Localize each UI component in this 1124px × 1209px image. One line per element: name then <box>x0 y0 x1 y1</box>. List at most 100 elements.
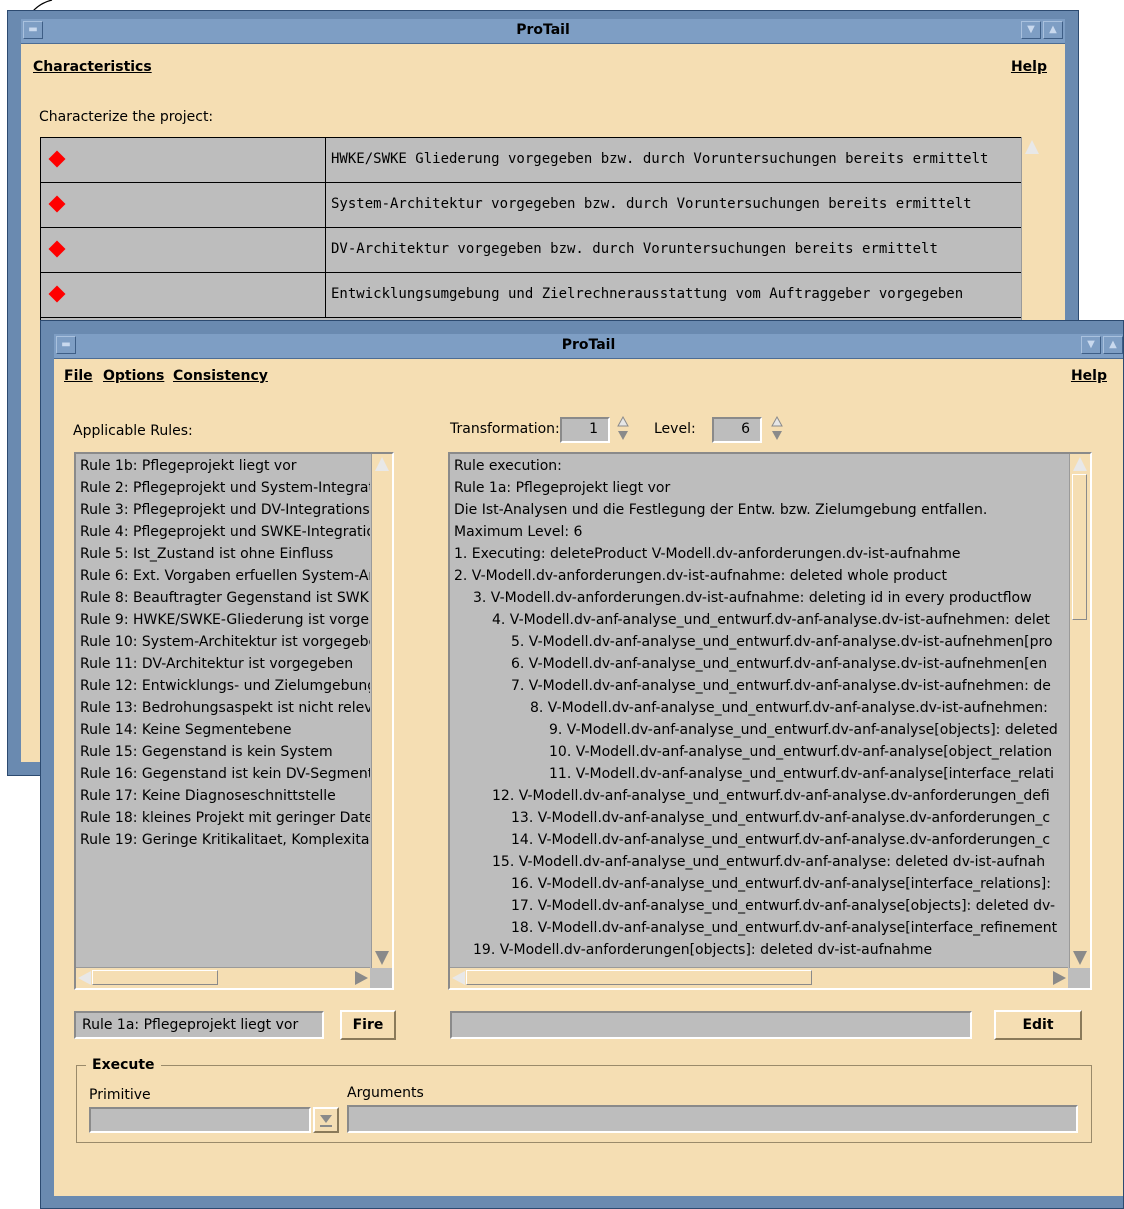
level-stepper-icon[interactable] <box>771 416 783 442</box>
scroll-left-arrow-icon[interactable] <box>452 971 465 985</box>
menu-help[interactable]: Help <box>1071 368 1107 384</box>
rule-list-item[interactable]: Rule 1b: Pflegeprojekt liegt vor <box>80 458 297 474</box>
selected-rule-field[interactable]: Rule 1a: Pflegeprojekt liegt vor <box>74 1011 324 1039</box>
execution-log-line: 15. V-Modell.dv-anf-analyse_und_entwurf.… <box>492 854 1046 870</box>
execution-log-line: Rule execution: <box>454 458 562 474</box>
scroll-right-arrow-icon[interactable] <box>355 971 368 985</box>
level-spinner-field[interactable]: 6 <box>712 417 762 443</box>
menu-characteristics[interactable]: Characteristics <box>33 59 152 75</box>
rule-list-item[interactable]: Rule 18: kleines Projekt mit geringer Da… <box>80 810 370 826</box>
scroll-right-arrow-icon[interactable] <box>1053 971 1066 985</box>
execution-log-line: 11. V-Modell.dv-anf-analyse_und_entwurf.… <box>549 766 1055 782</box>
grid-row[interactable]: Entwicklungsumgebung und Zielrechnerauss… <box>41 273 1021 318</box>
rules-hscroll-thumb[interactable] <box>92 970 218 985</box>
rule-list-item[interactable]: Rule 11: DV-Architektur ist vorgegeben <box>80 656 353 672</box>
primitive-combobox[interactable] <box>89 1107 311 1133</box>
grid-row[interactable]: HWKE/SWKE Gliederung vorgegeben bzw. dur… <box>41 138 1021 183</box>
scroll-up-arrow-icon[interactable] <box>1025 140 1039 154</box>
window-title: ProTail <box>516 22 570 38</box>
chevron-down-icon <box>320 1115 332 1127</box>
rule-list-item[interactable]: Rule 2: Pflegeprojekt und System-Integra… <box>80 480 370 496</box>
scroll-down-arrow-icon[interactable] <box>375 951 389 965</box>
transformation-label: Transformation: <box>450 421 560 437</box>
grid-cell-selector[interactable] <box>41 273 326 317</box>
execution-log-line: 17. V-Modell.dv-anf-analyse_und_entwurf.… <box>511 898 1056 914</box>
execution-log-line: 16. V-Modell.dv-anf-analyse_und_entwurf.… <box>511 876 1051 892</box>
edit-button[interactable]: Edit <box>994 1010 1082 1040</box>
execution-log-line: 9. V-Modell.dv-anf-analyse_und_entwurf.d… <box>549 722 1058 738</box>
log-horizontal-scrollbar[interactable] <box>450 967 1068 988</box>
level-label: Level: <box>654 421 696 437</box>
log-vertical-scrollbar[interactable] <box>1069 454 1090 968</box>
fire-button[interactable]: Fire <box>340 1010 396 1040</box>
grid-row[interactable]: System-Architektur vorgegeben bzw. durch… <box>41 183 1021 228</box>
maximize-button[interactable]: ▲ <box>1043 21 1063 39</box>
rule-list-item[interactable]: Rule 19: Geringe Kritikalitaet, Komplexi… <box>80 832 370 848</box>
rule-list-item[interactable]: Rule 14: Keine Segmentebene <box>80 722 291 738</box>
scroll-up-arrow-icon[interactable] <box>1073 457 1087 471</box>
execution-log[interactable]: Rule execution: Rule 1a: Pflegeprojekt li… <box>448 452 1092 990</box>
minimize-button[interactable]: ▼ <box>1081 336 1101 354</box>
primitive-dropdown-button[interactable] <box>313 1107 339 1133</box>
applicable-rules-label: Applicable Rules: <box>73 423 193 439</box>
grid-vertical-scrollbar[interactable] <box>1021 137 1042 337</box>
back-window-titlebar[interactable]: ▬ ProTail ▼ ▲ <box>21 19 1065 44</box>
front-window-client: File Options Consistency Help Applicable… <box>54 359 1123 1196</box>
execution-log-line: 10. V-Modell.dv-anf-analyse_und_entwurf.… <box>549 744 1053 760</box>
execution-log-line: 5. V-Modell.dv-anf-analyse_und_entwurf.d… <box>511 634 1053 650</box>
execution-log-line: 19. V-Modell.dv-anforderungen[objects]: … <box>473 942 933 958</box>
front-window: ▬ ProTail ▼ ▲ File Options Consistency H… <box>40 320 1124 1209</box>
transformation-spinner-field[interactable]: 1 <box>560 417 610 443</box>
grid-cell-selector[interactable] <box>41 228 326 272</box>
execution-log-line: 6. V-Modell.dv-anf-analyse_und_entwurf.d… <box>511 656 1048 672</box>
maximize-button[interactable]: ▲ <box>1103 336 1123 354</box>
grid-cell-selector[interactable] <box>41 138 326 182</box>
window-title: ProTail <box>561 337 616 353</box>
rule-list-item[interactable]: Rule 8: Beauftragter Gegenstand ist SWKE <box>80 590 370 606</box>
edit-field[interactable] <box>450 1011 972 1039</box>
rule-list-item[interactable]: Rule 5: Ist_Zustand ist ohne Einfluss <box>80 546 333 562</box>
rule-list-item[interactable]: Rule 6: Ext. Vorgaben erfuellen System-A… <box>80 568 370 584</box>
rules-horizontal-scrollbar[interactable] <box>76 967 370 988</box>
arguments-field[interactable] <box>347 1105 1078 1133</box>
scroll-down-arrow-icon[interactable] <box>1073 951 1087 965</box>
rule-list-item[interactable]: Rule 16: Gegenstand ist kein DV-Segment <box>80 766 370 782</box>
log-vscroll-thumb[interactable] <box>1072 474 1087 620</box>
log-hscroll-thumb[interactable] <box>466 970 812 985</box>
grid-cell-selector[interactable] <box>41 183 326 227</box>
execution-log-lines: Rule execution: Rule 1a: Pflegeprojekt li… <box>450 458 1068 968</box>
red-diamond-icon <box>48 285 66 303</box>
execute-group-label: Execute <box>86 1057 161 1073</box>
rule-list-item[interactable]: Rule 4: Pflegeprojekt und SWKE-Integrati… <box>80 524 370 540</box>
rule-list-item[interactable]: Rule 12: Entwicklungs- und Zielumgebung <box>80 678 370 694</box>
rule-list-item[interactable]: Rule 17: Keine Diagnoseschnittstelle <box>80 788 336 804</box>
rule-list-item[interactable]: Rule 15: Gegenstand is kein System <box>80 744 333 760</box>
grid-row[interactable]: DV-Architektur vorgegeben bzw. durch Vor… <box>41 228 1021 273</box>
menu-file[interactable]: File <box>64 368 93 384</box>
transformation-stepper-icon[interactable] <box>617 416 629 442</box>
red-diamond-icon <box>48 150 66 168</box>
menu-consistency[interactable]: Consistency <box>173 368 268 384</box>
scroll-left-arrow-icon[interactable] <box>78 971 91 985</box>
execution-log-line: 4. V-Modell.dv-anf-analyse_und_entwurf.d… <box>492 612 1050 628</box>
back-menubar: Characteristics Help <box>21 52 1065 82</box>
execution-log-line: 14. V-Modell.dv-anf-analyse_und_entwurf.… <box>511 832 1051 848</box>
rules-items: Rule 1b: Pflegeprojekt liegt vor Rule 2: … <box>76 458 370 968</box>
menu-help[interactable]: Help <box>1011 59 1047 75</box>
grid-cell-text: HWKE/SWKE Gliederung vorgegeben bzw. dur… <box>331 151 989 167</box>
rule-list-item[interactable]: Rule 9: HWKE/SWKE-Gliederung ist vorge <box>80 612 369 628</box>
execution-log-line: 12. V-Modell.dv-anf-analyse_und_entwurf.… <box>492 788 1050 804</box>
rule-list-item[interactable]: Rule 10: System-Architektur ist vorgegeb… <box>80 634 370 650</box>
front-window-titlebar[interactable]: ▬ ProTail ▼ ▲ <box>54 334 1123 359</box>
execution-log-line: 7. V-Modell.dv-anf-analyse_und_entwurf.d… <box>511 678 1051 694</box>
execution-log-line: Die Ist-Analysen und die Festlegung der … <box>454 502 988 518</box>
grid-cell-text: System-Architektur vorgegeben bzw. durch… <box>331 196 972 212</box>
minimize-button[interactable]: ▼ <box>1021 21 1041 39</box>
scroll-up-arrow-icon[interactable] <box>375 457 389 471</box>
menu-options[interactable]: Options <box>103 368 164 384</box>
grid-cell-text: DV-Architektur vorgegeben bzw. durch Vor… <box>331 241 938 257</box>
rule-list-item[interactable]: Rule 13: Bedrohungsaspekt ist nicht rele… <box>80 700 370 716</box>
rules-vertical-scrollbar[interactable] <box>371 454 392 968</box>
rule-list-item[interactable]: Rule 3: Pflegeprojekt und DV-Integration… <box>80 502 370 518</box>
rules-list[interactable]: Rule 1b: Pflegeprojekt liegt vor Rule 2: … <box>74 452 394 990</box>
